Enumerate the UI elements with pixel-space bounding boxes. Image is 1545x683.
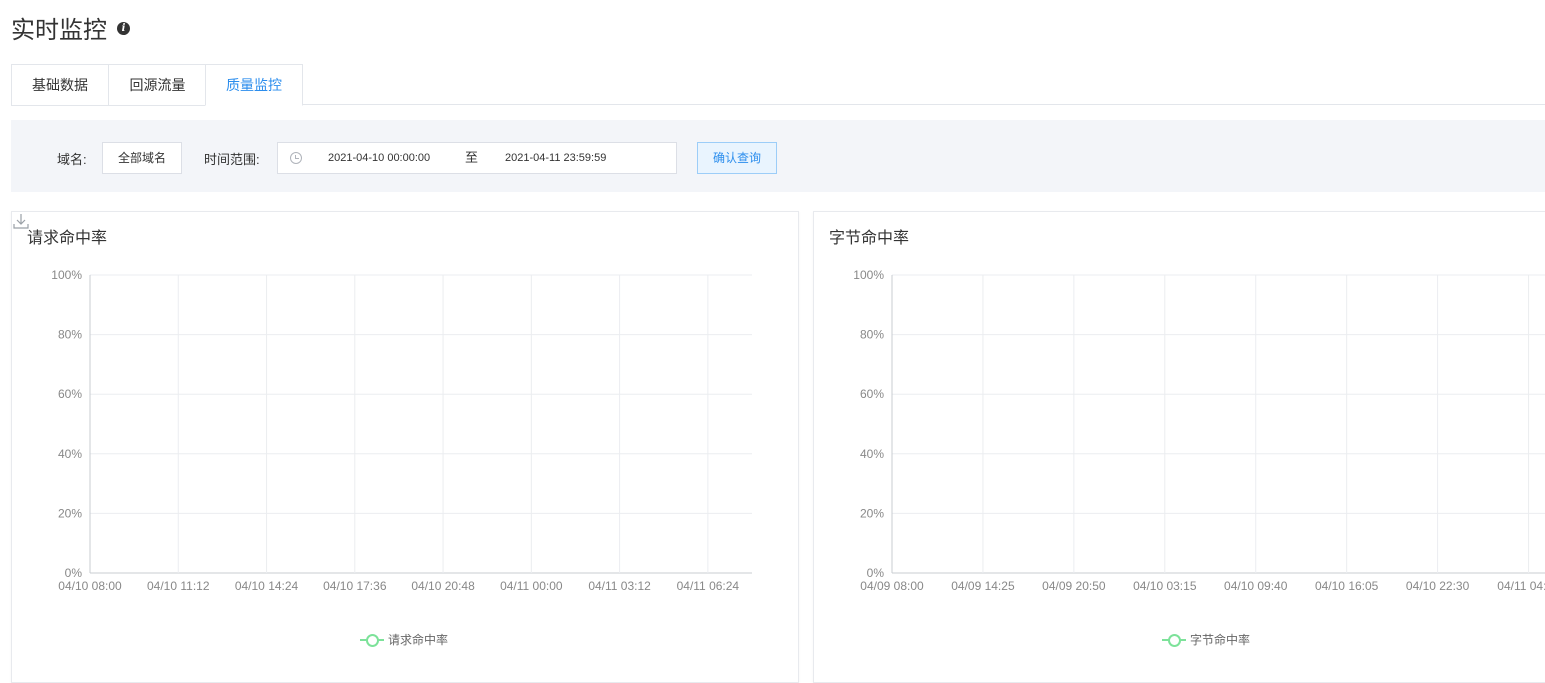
time-range-picker[interactable]: 2021-04-10 00:00:00 至 2021-04-11 23:59:5… bbox=[277, 142, 677, 174]
start-time[interactable]: 2021-04-10 00:00:00 bbox=[328, 143, 430, 173]
byte-hit-rate-panel: 字节命中率 0% 20% 40% 60% 80% 100% 04/09 08:00 04/09… bbox=[813, 211, 1545, 683]
time-range-label: 时间范围: bbox=[204, 152, 260, 167]
domain-select[interactable]: 全部域名 bbox=[102, 142, 182, 174]
clock-icon bbox=[290, 152, 302, 164]
chart-legend[interactable]: 请求命中率 bbox=[360, 632, 448, 647]
tab-basic-data[interactable]: 基础数据 bbox=[11, 64, 108, 106]
y-tick-label: 80% bbox=[860, 328, 884, 342]
legend-line-marker bbox=[360, 633, 384, 647]
x-tick-label: 04/10 17:36 bbox=[323, 579, 387, 593]
end-time[interactable]: 2021-04-11 23:59:59 bbox=[505, 143, 606, 173]
y-tick-label: 60% bbox=[860, 387, 884, 401]
y-tick-label: 40% bbox=[58, 447, 82, 461]
y-tick-label: 60% bbox=[58, 387, 82, 401]
x-tick-label: 04/11 03:12 bbox=[588, 579, 651, 593]
page-title: 实时监控 bbox=[11, 17, 107, 44]
y-tick-label: 100% bbox=[853, 268, 884, 282]
x-tick-label: 04/10 08:00 bbox=[58, 579, 122, 593]
x-tick-label: 04/10 11:12 bbox=[147, 579, 210, 593]
y-tick-label: 80% bbox=[58, 328, 82, 342]
legend-label: 请求命中率 bbox=[388, 632, 449, 647]
info-icon[interactable]: i bbox=[117, 22, 130, 35]
chart-legend[interactable]: 字节命中率 bbox=[1162, 632, 1250, 647]
request-hit-rate-chart: 0% 20% 40% 60% 80% 100% 04/10 08:00 04/10 11:12… bbox=[51, 268, 752, 593]
x-tick-label: 04/10 16:05 bbox=[1315, 579, 1379, 593]
tab-bar: 基础数据 回源流量 质量监控 bbox=[11, 64, 1545, 106]
y-tick-label: 100% bbox=[51, 268, 82, 282]
confirm-query-button[interactable]: 确认查询 bbox=[697, 142, 777, 174]
x-tick-label: 04/10 03:15 bbox=[1133, 579, 1197, 593]
domain-label: 域名: bbox=[57, 152, 87, 167]
download-icon[interactable] bbox=[12, 212, 30, 230]
y-tick-label: 0% bbox=[867, 566, 885, 580]
x-tick-label: 04/10 09:40 bbox=[1224, 579, 1288, 593]
x-tick-label: 04/10 22:30 bbox=[1406, 579, 1470, 593]
x-tick-label: 04/11 06:24 bbox=[677, 579, 740, 593]
x-tick-label: 04/09 20:50 bbox=[1042, 579, 1106, 593]
tab-divider bbox=[302, 104, 1545, 105]
x-tick-label: 04/11 00:00 bbox=[500, 579, 563, 593]
byte-hit-rate-chart: 0% 20% 40% 60% 80% 100% 04/09 08:00 04/09 14:25… bbox=[853, 268, 1545, 593]
filter-bar: 域名: 全部域名 时间范围: 2021-04-10 00:00:00 至 202… bbox=[11, 120, 1545, 192]
y-tick-label: 20% bbox=[860, 506, 884, 520]
request-hit-rate-panel: 请求命中率 0% 20% 40% 60% 80% 100% 04/10 08:00 04/10… bbox=[11, 211, 799, 683]
x-tick-label: 04/10 20:48 bbox=[411, 579, 475, 593]
tab-origin-traffic[interactable]: 回源流量 bbox=[108, 64, 206, 106]
x-tick-label: 04/10 14:24 bbox=[235, 579, 299, 593]
legend-label: 字节命中率 bbox=[1190, 632, 1251, 647]
x-tick-label: 04/09 14:25 bbox=[951, 579, 1015, 593]
x-tick-label: 04/09 08:00 bbox=[860, 579, 924, 593]
range-separator: 至 bbox=[465, 150, 479, 165]
x-tick-label: 04/11 04:55 bbox=[1497, 579, 1545, 593]
y-tick-label: 20% bbox=[58, 506, 82, 520]
legend-line-marker bbox=[1162, 633, 1186, 647]
y-tick-label: 0% bbox=[65, 566, 83, 580]
y-tick-label: 40% bbox=[860, 447, 884, 461]
tab-quality-monitoring[interactable]: 质量监控 bbox=[205, 64, 303, 106]
